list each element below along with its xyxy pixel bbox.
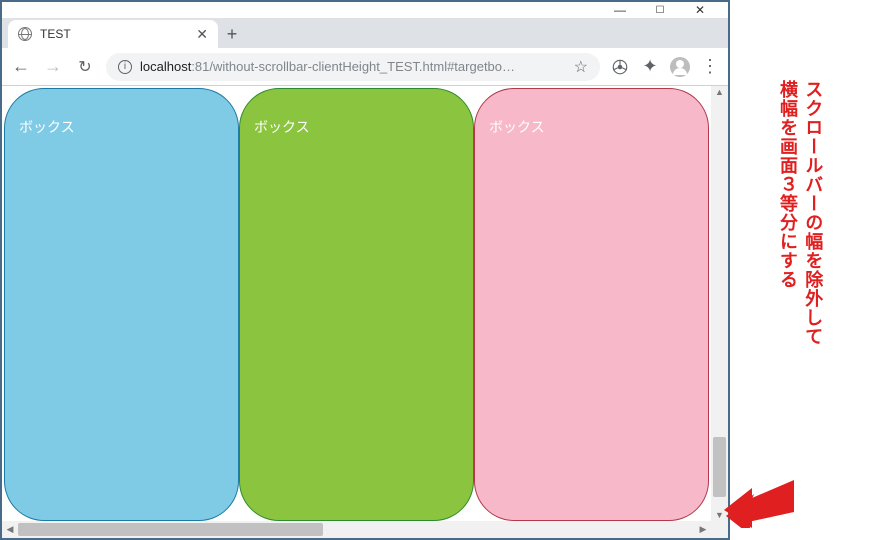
forward-button[interactable]: → [42, 56, 64, 77]
box-1: ボックス [4, 88, 239, 521]
extension-icon[interactable] [610, 57, 630, 77]
scroll-left-arrow-icon[interactable]: ◀ [2, 524, 18, 535]
toolbar: ← → ↻ i localhost:81/without-scrollbar-c… [2, 48, 728, 86]
browser-tab[interactable]: TEST ✕ [8, 20, 218, 48]
url-text: localhost:81/without-scrollbar-clientHei… [140, 59, 515, 74]
annotation-text: スクロールバーの幅を除外して 横幅を画面３等分にする [775, 80, 825, 346]
vertical-scrollbar[interactable]: ▲ ▼ [711, 86, 728, 521]
page-content: ボックス ボックス ボックス [2, 86, 711, 521]
tab-bar: TEST ✕ + [2, 18, 728, 48]
annotation: スクロールバーの幅を除外して 横幅を画面３等分にする [730, 0, 870, 540]
new-tab-button[interactable]: + [218, 20, 246, 48]
box-label: ボックス [489, 119, 545, 135]
scroll-up-arrow-icon[interactable]: ▲ [711, 87, 728, 97]
window-maximize-button[interactable]: ☐ [640, 5, 680, 16]
tab-close-button[interactable]: ✕ [196, 26, 208, 43]
box-3: ボックス [474, 88, 709, 521]
bookmark-star-icon[interactable]: ☆ [574, 57, 588, 77]
window-titlebar: — ☐ ✕ [2, 2, 728, 18]
horizontal-scrollbar[interactable]: ◀ ▶ [2, 521, 728, 538]
window-minimize-button[interactable]: — [600, 3, 640, 17]
box-label: ボックス [19, 119, 75, 135]
address-bar[interactable]: i localhost:81/without-scrollbar-clientH… [106, 53, 600, 81]
tab-title: TEST [40, 27, 71, 41]
menu-button[interactable]: ⋮ [700, 57, 720, 77]
reload-button[interactable]: ↻ [74, 57, 96, 77]
box-label: ボックス [254, 119, 310, 135]
page-viewport: ボックス ボックス ボックス ▲ ▼ [2, 86, 728, 521]
site-info-icon[interactable]: i [118, 60, 132, 74]
horizontal-scroll-thumb[interactable] [18, 523, 323, 536]
back-button[interactable]: ← [10, 56, 32, 77]
profile-avatar-icon[interactable] [670, 57, 690, 77]
browser-window: — ☐ ✕ TEST ✕ + ← → ↻ i localhost:81/with… [0, 0, 730, 540]
horizontal-scroll-track[interactable] [18, 521, 695, 538]
globe-icon [18, 27, 32, 41]
scroll-right-arrow-icon[interactable]: ▶ [695, 524, 711, 535]
box-2: ボックス [239, 88, 474, 521]
extensions-puzzle-icon[interactable]: ✦ [640, 57, 660, 77]
annotation-arrow-icon [724, 478, 794, 528]
window-close-button[interactable]: ✕ [680, 3, 720, 17]
